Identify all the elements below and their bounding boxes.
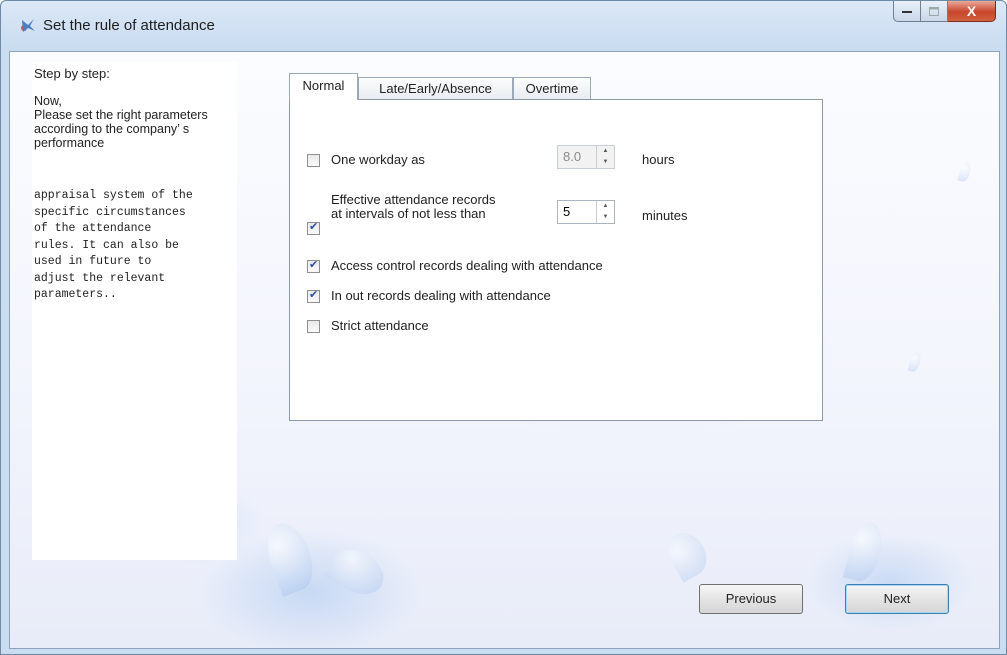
- stepper-up-icon[interactable]: ▲: [597, 201, 614, 212]
- effective-attendance-checkbox[interactable]: [307, 220, 320, 235]
- close-button[interactable]: X: [948, 1, 996, 22]
- next-button[interactable]: Next: [845, 584, 949, 614]
- workday-stepper-buttons: ▲ ▼: [596, 146, 614, 168]
- maximize-button[interactable]: [921, 1, 948, 22]
- steps-heading: Step by step:: [34, 66, 110, 81]
- window-title: Set the rule of attendance: [43, 17, 215, 34]
- effective-stepper-buttons: ▲ ▼: [596, 201, 614, 223]
- access-control-label: Access control records dealing with atte…: [331, 258, 603, 273]
- stepper-up-icon[interactable]: ▲: [597, 146, 614, 157]
- in-out-label: In out records dealing with attendance: [331, 288, 551, 303]
- client-area: Step by step: Now, Please set the right …: [9, 51, 1000, 649]
- background-petal: [323, 540, 392, 604]
- normal-tab-panel: One workday as 8.0 ▲ ▼ hours Effective a…: [289, 99, 823, 421]
- minimize-icon: [902, 11, 912, 13]
- dialog-window: Set the rule of attendance X Step by ste…: [0, 0, 1007, 655]
- minimize-button[interactable]: [893, 1, 921, 22]
- tab-normal[interactable]: Normal: [289, 73, 358, 100]
- background-petal: [661, 526, 714, 583]
- workday-checkbox[interactable]: [307, 154, 320, 167]
- tab-overtime[interactable]: Overtime: [513, 77, 591, 99]
- in-out-checkbox[interactable]: [307, 288, 320, 303]
- steps-intro-text: Now, Please set the right parameters acc…: [34, 94, 208, 150]
- access-control-checkbox[interactable]: [307, 258, 320, 273]
- step-by-step-panel: Step by step: Now, Please set the right …: [32, 62, 237, 560]
- workday-hours-stepper[interactable]: 8.0 ▲ ▼: [557, 145, 615, 169]
- workday-label: One workday as: [331, 152, 425, 167]
- tab-late-early-absence[interactable]: Late/Early/Absence: [358, 77, 513, 99]
- effective-minutes-value: 5: [563, 204, 571, 219]
- steps-body-text: appraisal system of the specific circums…: [34, 189, 193, 301]
- background-petal: [907, 351, 923, 373]
- background-petal: [842, 519, 888, 585]
- stepper-down-icon[interactable]: ▼: [597, 157, 614, 168]
- workday-unit-label: hours: [642, 152, 675, 167]
- strict-attendance-label: Strict attendance: [331, 318, 429, 333]
- effective-minutes-stepper[interactable]: 5 ▲ ▼: [557, 200, 615, 224]
- strict-attendance-checkbox[interactable]: [307, 320, 320, 333]
- workday-hours-value: 8.0: [563, 149, 582, 164]
- caption-buttons: X: [893, 1, 996, 23]
- app-icon: [21, 19, 35, 32]
- maximize-icon: [929, 6, 939, 16]
- effective-unit-label: minutes: [642, 208, 688, 223]
- effective-attendance-label: Effective attendance records at interval…: [331, 192, 496, 221]
- close-icon: X: [966, 3, 977, 19]
- previous-button[interactable]: Previous: [699, 584, 803, 614]
- title-bar[interactable]: Set the rule of attendance X: [1, 1, 1006, 51]
- stepper-down-icon[interactable]: ▼: [597, 212, 614, 223]
- background-petal: [259, 517, 321, 597]
- background-petal: [957, 161, 973, 183]
